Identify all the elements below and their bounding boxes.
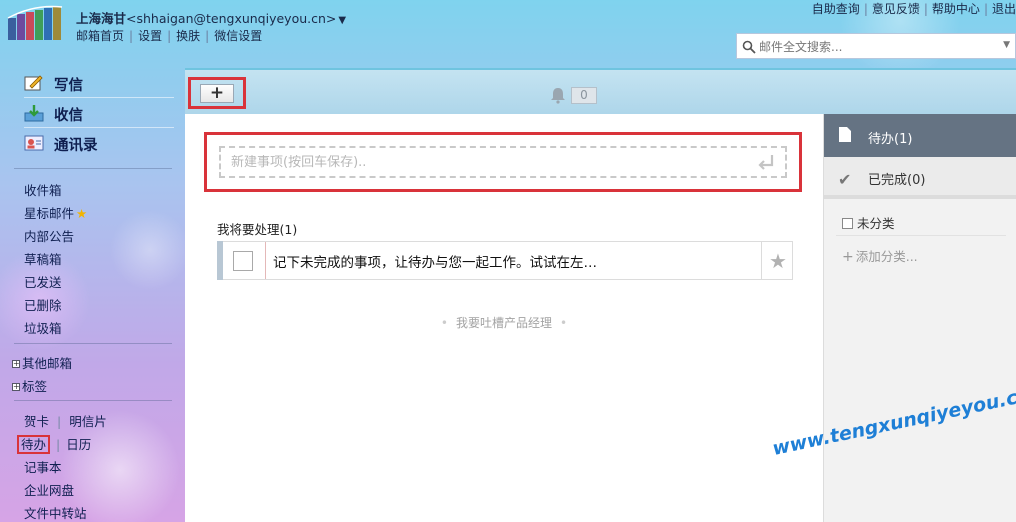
sidebar-item-label: 星标邮件 — [24, 206, 75, 221]
sidebar-divider — [14, 168, 172, 169]
search-input[interactable] — [759, 38, 989, 55]
tab-done-label: 已完成(0) — [868, 173, 926, 188]
self-service-link[interactable]: 自助查询 — [812, 2, 860, 16]
top-links: 自助查询 | 意见反馈 | 帮助中心 | 退出 — [811, 2, 1016, 16]
sidebar-item-drafts[interactable]: 草稿箱 — [24, 249, 62, 268]
sidebar-item-deleted[interactable]: 已删除 — [24, 295, 62, 314]
sidebar-item-spam[interactable]: 垃圾箱 — [24, 318, 62, 337]
sidebar-item-starred[interactable]: 星标邮件 ★ — [24, 203, 87, 222]
sidebar-item-postcard[interactable]: 明信片 — [69, 414, 107, 429]
section-title: 我将要处理(1) — [217, 222, 298, 237]
receive-button[interactable]: 收信 — [24, 100, 174, 128]
sidebar-item-cloud-drive[interactable]: 企业网盘 — [24, 480, 74, 499]
compose-icon — [24, 75, 43, 91]
task-checkbox[interactable] — [233, 251, 253, 271]
sidebar-item-greeting-card[interactable]: 贺卡 — [24, 414, 49, 429]
sidebar-apps-row: 待办 | 日历 — [17, 434, 91, 454]
receive-label: 收信 — [54, 108, 83, 124]
tab-todo-label: 待办(1) — [868, 132, 913, 147]
task-divider — [265, 242, 266, 279]
new-item-input[interactable] — [231, 155, 731, 170]
add-category-link[interactable]: + 添加分类... — [842, 246, 918, 265]
sidebar-divider — [14, 343, 172, 344]
feedback-text: 我要吐槽产品经理 — [455, 316, 552, 330]
star-icon: ★ — [76, 206, 88, 221]
sidebar-item-tags[interactable]: + 标签 — [12, 376, 47, 395]
settings-link[interactable]: 设置 — [138, 29, 162, 43]
add-todo-button[interactable]: + — [200, 84, 234, 103]
mail-home-link[interactable]: 邮箱首页 — [76, 29, 124, 43]
check-icon: ✔ — [838, 170, 852, 189]
contacts-button[interactable]: 通讯录 — [24, 130, 174, 158]
star-icon[interactable]: ★ — [769, 249, 787, 273]
sidebar-apps-row: 贺卡 | 明信片 — [24, 414, 107, 429]
search-box: ▼ — [736, 33, 1016, 59]
todo-panel: + 0 我将要处理(1) 记下未完成的事项，让待办与您一起工作。试试在左… ★ … — [185, 68, 1016, 522]
sidebar-item-calendar[interactable]: 日历 — [66, 437, 91, 452]
wechat-settings-link[interactable]: 微信设置 — [214, 29, 262, 43]
sidebar-item-sent[interactable]: 已发送 — [24, 272, 62, 291]
logo-icon — [7, 5, 63, 40]
expand-icon[interactable]: + — [12, 383, 20, 391]
category-label: 未分类 — [857, 216, 895, 231]
category-uncategorized[interactable]: 未分类 — [842, 213, 895, 232]
header-links: 邮箱首页 | 设置 | 换肤 | 微信设置 — [76, 29, 263, 43]
sidebar-item-announcements[interactable]: 内部公告 — [24, 226, 74, 245]
add-category-label: 添加分类... — [855, 249, 918, 264]
sidebar-item-other-mailbox[interactable]: + 其他邮箱 — [12, 353, 72, 372]
document-icon — [839, 127, 851, 142]
search-icon[interactable] — [742, 40, 756, 54]
expand-icon[interactable]: + — [12, 360, 20, 368]
tab-todo[interactable]: 待办(1) — [824, 114, 1016, 157]
sidebar-divider — [14, 400, 172, 401]
plus-icon: + — [842, 249, 854, 265]
user-email: <shhaigan@tengxunqiyeyou.cn> — [126, 11, 337, 26]
feedback-link[interactable]: 意见反馈 — [872, 2, 920, 16]
reminder-count: 0 — [571, 87, 597, 104]
new-item-highlight — [204, 132, 802, 192]
sidebar-item-label: 其他邮箱 — [22, 356, 73, 371]
bell-icon[interactable] — [549, 86, 567, 104]
feedback-link[interactable]: • 我要吐槽产品经理 • — [185, 314, 823, 331]
search-dropdown-icon[interactable]: ▼ — [1003, 40, 1010, 50]
contacts-label: 通讯录 — [54, 138, 98, 154]
task-text[interactable]: 记下未完成的事项，让待办与您一起工作。试试在左… — [273, 251, 597, 271]
task-star-cell: ★ — [761, 242, 792, 279]
todo-content: 我将要处理(1) 记下未完成的事项，让待办与您一起工作。试试在左… ★ •我要吐… — [185, 114, 823, 522]
account-info[interactable]: 上海海甘<shhaigan@tengxunqiyeyou.cn> ▼ — [76, 8, 346, 27]
tab-done[interactable]: ✔ 已完成(0) — [824, 157, 1016, 199]
add-button-highlight: + — [188, 77, 246, 109]
user-name: 上海海甘 — [76, 11, 127, 26]
sidebar-item-file-transfer[interactable]: 文件中转站 — [24, 503, 87, 522]
enter-icon — [758, 155, 774, 170]
new-item-box — [219, 146, 787, 178]
category-checkbox[interactable] — [842, 218, 853, 229]
logout-link[interactable]: 退出 — [992, 2, 1016, 16]
category-divider — [836, 235, 1006, 236]
task-priority-bar — [217, 241, 223, 280]
contacts-icon — [24, 135, 44, 151]
compose-label: 写信 — [54, 78, 83, 94]
sidebar-item-todo[interactable]: 待办 — [17, 435, 51, 454]
sidebar-item-inbox[interactable]: 收件箱 — [24, 180, 62, 199]
todo-filter-panel: 待办(1) ✔ 已完成(0) 未分类 + 添加分类... — [823, 114, 1016, 522]
sidebar-item-notepad[interactable]: 记事本 — [24, 457, 62, 476]
help-link[interactable]: 帮助中心 — [932, 2, 980, 16]
table-row[interactable]: 记下未完成的事项，让待办与您一起工作。试试在左… ★ — [217, 241, 793, 280]
skin-link[interactable]: 换肤 — [176, 29, 200, 43]
todo-toolbar: + 0 — [185, 70, 1016, 114]
inbox-download-icon — [24, 105, 44, 122]
chevron-down-icon[interactable]: ▼ — [338, 15, 346, 26]
compose-button[interactable]: 写信 — [24, 70, 174, 98]
sidebar-item-label: 标签 — [22, 379, 48, 394]
